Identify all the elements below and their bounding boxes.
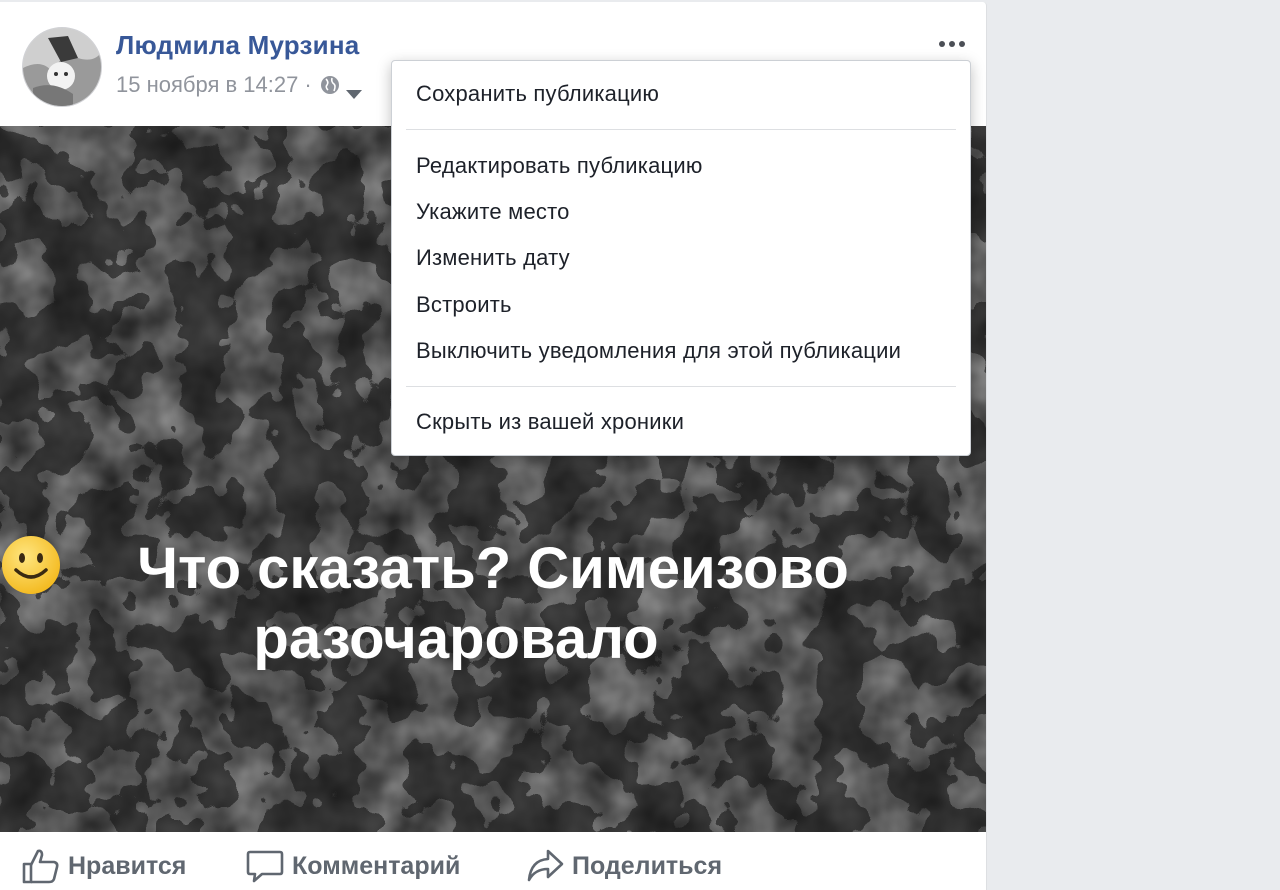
author-name[interactable]: Людмила Мурзина — [116, 30, 359, 61]
like-label: Нравится — [68, 851, 187, 880]
globe-icon — [320, 75, 340, 95]
menu-divider — [406, 386, 956, 387]
meta-separator: · — [304, 72, 312, 97]
smiley-emoji-icon — [2, 536, 733, 670]
comment-label: Комментарий — [292, 851, 461, 880]
avatar[interactable] — [22, 27, 102, 107]
comment-button[interactable]: Комментарий — [246, 848, 460, 884]
share-button[interactable]: Поделиться — [526, 848, 722, 884]
post-options-menu: Сохранить публикацию Редактировать публи… — [391, 60, 971, 456]
menu-item-hide-from-timeline[interactable]: Скрыть из вашей хроники — [416, 409, 684, 435]
ellipsis-icon — [939, 41, 965, 47]
menu-item-turn-off-notifications[interactable]: Выключить уведомления для этой публикаци… — [416, 338, 901, 364]
post-actions-bar: Нравится Комментарий Поделиться — [0, 832, 986, 890]
more-options-button[interactable] — [932, 30, 972, 58]
like-button[interactable]: Нравится — [22, 848, 186, 884]
privacy-dropdown-icon[interactable] — [345, 80, 362, 99]
menu-item-save-post[interactable]: Сохранить публикацию — [416, 81, 659, 107]
menu-item-add-location[interactable]: Укажите место — [416, 199, 570, 225]
post-timestamp[interactable]: 15 ноября в 14:27 — [116, 72, 298, 98]
share-label: Поделиться — [572, 851, 723, 880]
menu-item-change-date[interactable]: Изменить дату — [416, 245, 570, 271]
share-arrow-icon — [527, 849, 564, 882]
menu-item-edit-post[interactable]: Редактировать публикацию — [416, 153, 703, 179]
menu-divider — [406, 129, 956, 130]
photo-caption-line2: разочаровало — [253, 606, 659, 671]
thumbs-up-icon — [22, 849, 59, 884]
photo-caption-line1: Что сказать? Симеизово — [137, 536, 849, 601]
comment-icon — [246, 850, 284, 883]
menu-item-embed[interactable]: Встроить — [416, 292, 512, 318]
post-meta: 15 ноября в 14:27 · — [116, 72, 362, 99]
photo-caption: Что сказать? Симеизово разочаровало — [0, 534, 986, 674]
